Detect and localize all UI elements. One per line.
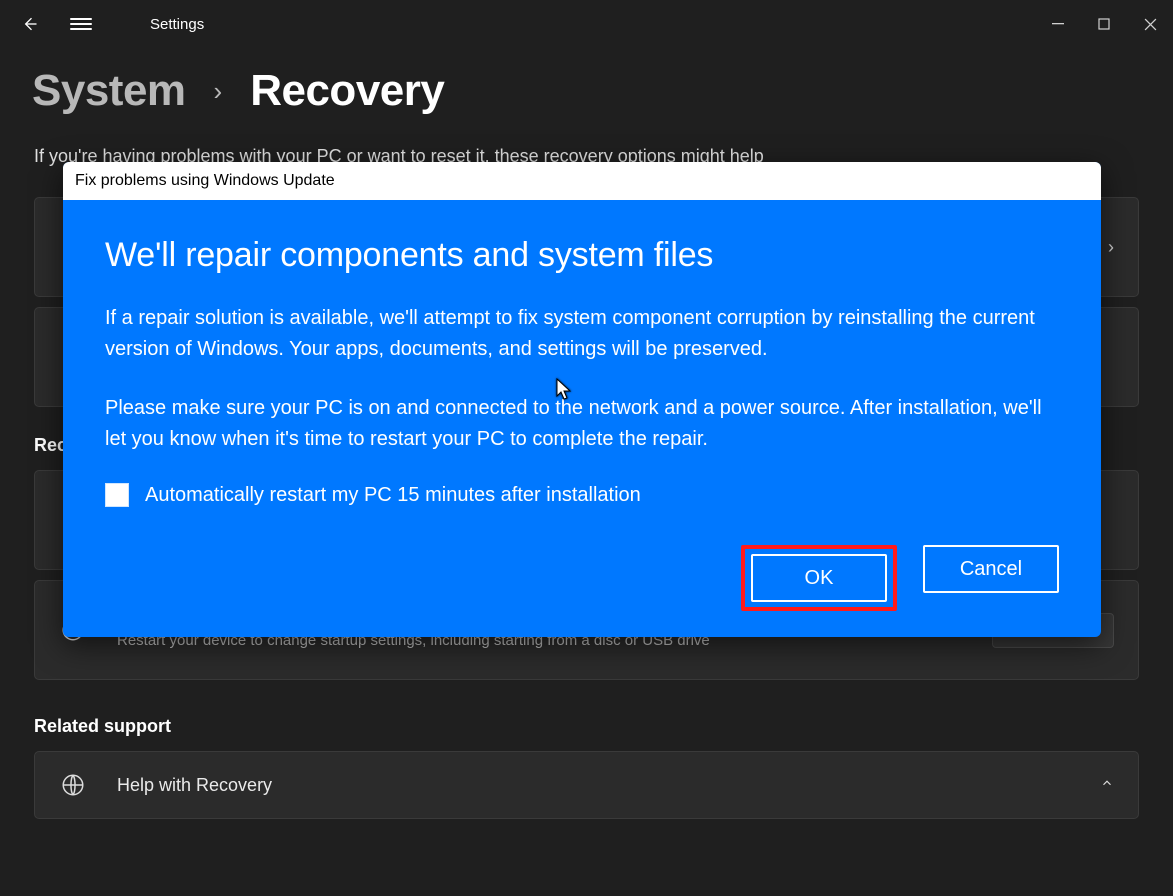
section-related-support: Related support [0,716,1173,737]
dialog-title: Fix problems using Windows Update [63,162,1101,200]
maximize-button[interactable] [1081,4,1127,44]
breadcrumb-current: Recovery [250,66,444,116]
help-card-label: Help with Recovery [117,775,272,796]
minimize-button[interactable] [1035,4,1081,44]
breadcrumb-parent[interactable]: System [32,66,186,116]
back-button[interactable] [18,13,40,35]
breadcrumb: System › Recovery [0,66,1173,116]
dialog-heading: We'll repair components and system files [105,236,1059,275]
cancel-button[interactable]: Cancel [923,545,1059,593]
dialog-paragraph-1: If a repair solution is available, we'll… [105,303,1059,365]
chevron-right-icon: › [1108,237,1114,258]
hamburger-menu-button[interactable] [70,13,92,35]
help-with-recovery-card[interactable]: Help with Recovery [34,751,1139,819]
chevron-right-icon: › [214,76,223,107]
app-title: Settings [150,16,204,33]
dialog-paragraph-2: Please make sure your PC is on and conne… [105,393,1059,455]
globe-icon [59,772,87,798]
tutorial-highlight: OK [741,545,897,611]
ok-button[interactable]: OK [751,554,887,602]
titlebar: Settings [0,0,1173,48]
auto-restart-checkbox-label: Automatically restart my PC 15 minutes a… [145,484,641,507]
chevron-up-icon [1100,776,1114,795]
auto-restart-checkbox[interactable] [105,483,129,507]
close-button[interactable] [1127,4,1173,44]
fix-problems-dialog: Fix problems using Windows Update We'll … [63,162,1101,637]
